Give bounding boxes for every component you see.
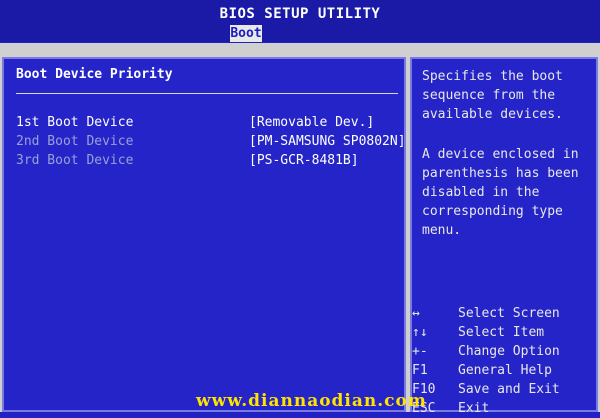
key-legend-item: ↔ Select Screen bbox=[412, 304, 596, 323]
boot-device-3-label: 3rd Boot Device bbox=[16, 153, 134, 168]
key-action: General Help bbox=[458, 363, 552, 378]
boot-device-2-value[interactable]: [PM-SAMSUNG SP0802N] bbox=[249, 134, 406, 149]
key-legend-item: F1 General Help bbox=[412, 361, 596, 380]
arrows-horizontal-icon: ↔ bbox=[412, 306, 420, 321]
help-note: A device enclosed in parenthesis has bee… bbox=[422, 147, 579, 238]
key-legend-item: ESC Exit bbox=[412, 399, 596, 418]
watermark: www.diannaodian.com bbox=[196, 391, 427, 411]
key-action: Change Option bbox=[458, 344, 560, 359]
key-action: Save and Exit bbox=[458, 382, 560, 397]
key-legend: ↔ Select Screen ↑↓ Select Item +- Change… bbox=[412, 304, 596, 418]
section-divider bbox=[16, 93, 398, 94]
key-legend-item: +- Change Option bbox=[412, 342, 596, 361]
help-pane: Specifies the boot sequence from the ava… bbox=[410, 57, 598, 416]
title-bar: BIOS SETUP UTILITY Boot bbox=[0, 0, 600, 42]
main-panel: Boot Device Priority 1st Boot Device [Re… bbox=[0, 43, 600, 416]
boot-device-1-row[interactable]: 1st Boot Device [Removable Dev.] bbox=[16, 115, 401, 133]
boot-device-1-value[interactable]: [Removable Dev.] bbox=[249, 115, 374, 130]
app-title: BIOS SETUP UTILITY bbox=[219, 6, 381, 22]
help-description: Specifies the boot sequence from the ava… bbox=[422, 69, 563, 122]
key-action: Select Item bbox=[458, 325, 545, 340]
boot-settings-pane: Boot Device Priority 1st Boot Device [Re… bbox=[2, 57, 406, 412]
boot-device-3-value[interactable]: [PS-GCR-8481B] bbox=[249, 153, 359, 168]
key-legend-item: ↑↓ Select Item bbox=[412, 323, 596, 342]
boot-device-2-row[interactable]: 2nd Boot Device [PM-SAMSUNG SP0802N] bbox=[16, 134, 406, 152]
boot-device-2-label: 2nd Boot Device bbox=[16, 134, 134, 149]
boot-device-1-label: 1st Boot Device bbox=[16, 115, 134, 130]
key-action: Exit bbox=[458, 401, 490, 416]
tab-boot[interactable]: Boot bbox=[230, 25, 262, 42]
arrows-vertical-icon: ↑↓ bbox=[412, 325, 428, 340]
section-title: Boot Device Priority bbox=[16, 67, 173, 82]
key-name: F1 bbox=[412, 363, 428, 378]
boot-device-3-row[interactable]: 3rd Boot Device [PS-GCR-8481B] bbox=[16, 153, 401, 171]
key-action: Select Screen bbox=[458, 306, 560, 321]
key-legend-item: F10 Save and Exit bbox=[412, 380, 596, 399]
key-name: +- bbox=[412, 344, 428, 359]
